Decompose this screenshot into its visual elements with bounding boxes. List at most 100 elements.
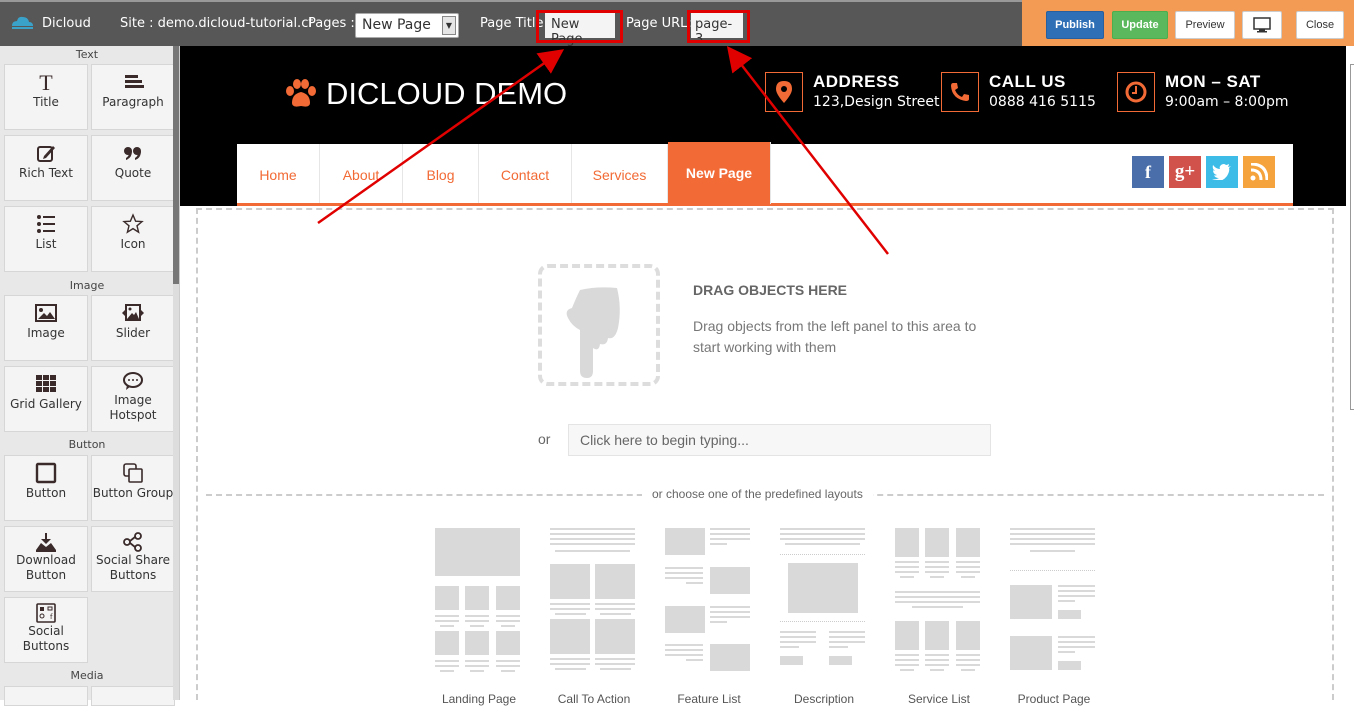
info-hours: MON – SAT 9:00am – 8:00pm	[1117, 72, 1289, 112]
grid-icon	[5, 367, 87, 397]
facebook-icon[interactable]: f	[1132, 156, 1164, 188]
info-call: CALL US 0888 416 5115	[941, 72, 1096, 112]
monitor-icon	[1253, 17, 1271, 33]
element-label: Button	[25, 486, 67, 500]
element-label: List	[35, 237, 57, 251]
slider-icon	[92, 296, 174, 326]
element-label: Image	[27, 326, 65, 340]
publish-button[interactable]: Publish	[1046, 11, 1104, 39]
rss-icon[interactable]	[1243, 156, 1275, 188]
google-plus-icon[interactable]: g+	[1169, 156, 1201, 188]
info-title: ADDRESS	[813, 72, 900, 91]
element-label: Button Group	[92, 486, 174, 500]
section-title-text: Text	[75, 48, 99, 61]
device-toggle-button[interactable]	[1242, 11, 1282, 39]
update-button[interactable]: Update	[1112, 11, 1168, 39]
element-social-share-buttons[interactable]: Social Share Buttons	[91, 526, 175, 592]
twitter-icon[interactable]	[1206, 156, 1238, 188]
download-icon	[5, 527, 87, 553]
map-pin-icon	[765, 72, 803, 112]
element-list[interactable]: List	[4, 206, 88, 272]
begin-typing-input[interactable]: Click here to begin typing...	[568, 424, 991, 456]
share-icon	[92, 527, 174, 553]
nav-blog[interactable]: Blog	[403, 144, 479, 203]
element-label: Rich Text	[19, 166, 73, 180]
element-quote[interactable]: Quote	[91, 135, 175, 201]
copy-icon	[92, 456, 174, 486]
preview-button[interactable]: Preview	[1175, 11, 1235, 39]
element-title[interactable]: T Title	[4, 64, 88, 130]
svg-text:f: f	[50, 613, 53, 621]
element-paragraph[interactable]: Paragraph	[91, 64, 175, 130]
element-label: Grid Gallery	[10, 397, 82, 411]
site-label: Site : demo.dicloud-tutorial.cf	[120, 16, 313, 31]
pages-label: Pages :	[308, 16, 355, 31]
layout-call-to-action[interactable]: Call To Action	[550, 528, 638, 706]
site-nav: Home About Blog Contact Services New Pag…	[237, 142, 1293, 206]
comment-icon	[92, 367, 174, 393]
clock-icon	[1117, 72, 1155, 112]
pages-select[interactable]: New Page ▼	[355, 13, 459, 38]
site-header: DICLOUD DEMO ADDRESS 123,Design Street CA…	[180, 46, 1346, 206]
element-label: Slider	[115, 326, 151, 340]
elements-sidebar: Text T Title Paragraph Rich Text Quote L…	[0, 46, 180, 706]
element-slider[interactable]: Slider	[91, 295, 175, 361]
chevron-down-icon: ▼	[442, 16, 456, 35]
element-label: Paragraph	[102, 95, 164, 109]
info-text: 123,Design Street	[813, 94, 940, 110]
element-label: Social Share Buttons	[95, 553, 171, 582]
close-button[interactable]: Close	[1296, 11, 1344, 39]
element-grid-gallery[interactable]: Grid Gallery	[4, 366, 88, 432]
star-icon	[92, 207, 174, 237]
layout-service-list[interactable]: Service List	[895, 528, 983, 706]
element-image[interactable]: Image	[4, 295, 88, 361]
info-text: 0888 416 5115	[989, 94, 1096, 110]
element-icon[interactable]: Icon	[91, 206, 175, 272]
element-rich-text[interactable]: Rich Text	[4, 135, 88, 201]
layout-product-page[interactable]: Product Page	[1010, 528, 1098, 706]
info-title: CALL US	[989, 72, 1066, 91]
app-name: Dicloud	[42, 16, 91, 31]
element-label: Image Hotspot	[109, 393, 157, 422]
top-toolbar: Dicloud Site : demo.dicloud-tutorial.cf …	[0, 0, 1354, 47]
layout-label: Description	[793, 692, 855, 706]
image-icon	[5, 296, 87, 326]
element-label: Quote	[114, 166, 152, 180]
sidebar-scrollbar-thumb[interactable]	[173, 46, 179, 284]
site-brand[interactable]: DICLOUD DEMO	[284, 76, 567, 112]
list-icon	[5, 207, 87, 237]
nav-contact[interactable]: Contact	[479, 144, 572, 203]
element-download-button[interactable]: Download Button	[4, 526, 88, 592]
pages-select-value: New Page	[362, 17, 431, 33]
drag-title: DRAG OBJECTS HERE	[693, 282, 848, 298]
canvas-scrollbar[interactable]	[1350, 64, 1354, 410]
element-button[interactable]: Button	[4, 455, 88, 521]
element-media-2[interactable]	[91, 686, 175, 706]
info-address: ADDRESS 123,Design Street	[765, 72, 940, 112]
layout-landing-page[interactable]: Landing Page	[435, 528, 523, 706]
layout-label: Call To Action	[557, 692, 631, 706]
brand-name: DICLOUD DEMO	[326, 76, 568, 111]
layout-description[interactable]: Description	[780, 528, 868, 706]
layout-label: Service List	[907, 692, 971, 706]
layout-label: Landing Page	[441, 692, 517, 706]
page-title-input[interactable]: New Page	[545, 13, 615, 47]
nav-about[interactable]: About	[320, 144, 403, 203]
nav-home[interactable]: Home	[237, 144, 320, 203]
layout-label: Feature List	[677, 692, 741, 706]
page-url-label: Page URL:	[626, 16, 692, 31]
element-image-hotspot[interactable]: Image Hotspot	[91, 366, 175, 432]
element-media-1[interactable]	[4, 686, 88, 706]
layout-feature-list[interactable]: Feature List	[665, 528, 753, 706]
nav-services[interactable]: Services	[572, 144, 668, 203]
element-button-group[interactable]: Button Group	[91, 455, 175, 521]
element-label: Title	[33, 95, 59, 109]
dicloud-logo-icon	[12, 16, 33, 29]
svg-text:T: T	[39, 71, 53, 93]
nav-new-page[interactable]: New Page	[668, 142, 771, 204]
element-social-buttons[interactable]: f Social Buttons	[4, 597, 88, 663]
square-icon	[5, 456, 87, 486]
title-icon: T	[5, 65, 87, 95]
page-url-input[interactable]: page-3	[691, 13, 743, 47]
section-title-button: Button	[68, 438, 106, 451]
